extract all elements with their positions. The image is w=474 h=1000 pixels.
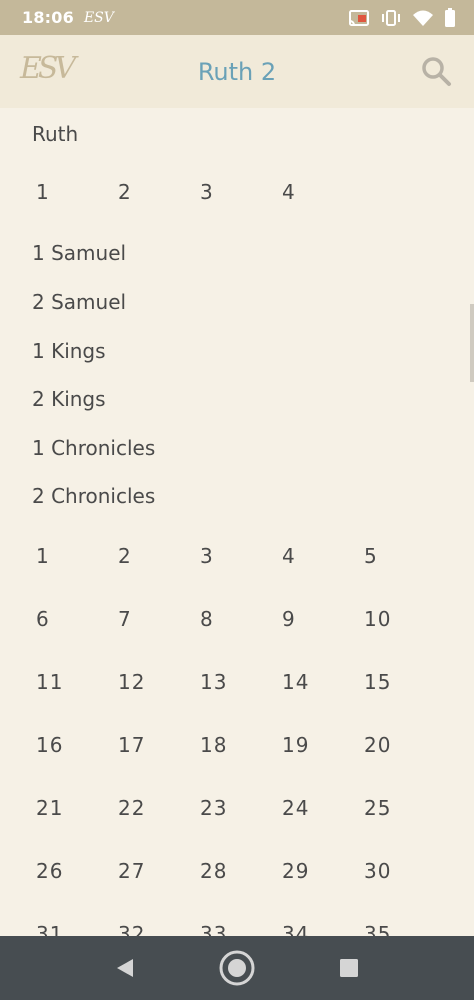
book-2-kings[interactable]: 2 Kings (32, 387, 106, 411)
chapter-number[interactable]: 35 (364, 922, 391, 936)
status-app-logo: ESV (83, 9, 114, 26)
chapter-row: 21 22 23 24 25 (0, 796, 474, 826)
chapter-number[interactable]: 2 (118, 544, 132, 568)
chapter-number[interactable]: 12 (118, 670, 145, 694)
page-title[interactable]: Ruth 2 (198, 58, 276, 86)
chapter-number[interactable]: 4 (282, 180, 296, 204)
chapter-number[interactable]: 22 (118, 796, 145, 820)
book-chapter-list[interactable]: Ruth 1 2 3 4 1 Samuel 2 Samuel 1 Kings 2… (0, 108, 474, 936)
recents-icon[interactable] (339, 958, 359, 978)
book-ruth[interactable]: Ruth (32, 122, 78, 146)
status-bar: 18:06 ESV (0, 0, 474, 35)
chapter-number[interactable]: 15 (364, 670, 391, 694)
book-2-chronicles[interactable]: 2 Chronicles (32, 484, 155, 508)
chapter-number[interactable]: 14 (282, 670, 309, 694)
chapter-row: 11 12 13 14 15 (0, 670, 474, 700)
chapter-number[interactable]: 16 (36, 733, 63, 757)
chapter-number[interactable]: 1 (36, 544, 50, 568)
back-icon[interactable] (114, 957, 136, 979)
chapter-number[interactable]: 13 (200, 670, 227, 694)
chapter-row: 6 7 8 9 10 (0, 607, 474, 637)
chapter-row: 26 27 28 29 30 (0, 859, 474, 889)
chapter-number[interactable]: 2 (118, 180, 132, 204)
book-1-chronicles[interactable]: 1 Chronicles (32, 436, 155, 460)
chapter-number[interactable]: 8 (200, 607, 214, 631)
chapter-number[interactable]: 31 (36, 922, 63, 936)
chapter-row: 1 2 3 4 (0, 180, 474, 210)
chapter-number[interactable]: 6 (36, 607, 50, 631)
book-1-samuel[interactable]: 1 Samuel (32, 241, 126, 265)
chapter-number[interactable]: 32 (118, 922, 145, 936)
wifi-icon (413, 10, 433, 26)
chapter-number[interactable]: 7 (118, 607, 132, 631)
chapter-number[interactable]: 33 (200, 922, 227, 936)
chapter-number[interactable]: 28 (200, 859, 227, 883)
chapter-number[interactable]: 29 (282, 859, 309, 883)
chapter-number[interactable]: 11 (36, 670, 63, 694)
book-2-samuel[interactable]: 2 Samuel (32, 290, 126, 314)
status-time: 18:06 (22, 8, 74, 27)
chapter-row: 31 32 33 34 35 (0, 922, 474, 936)
esv-logo[interactable]: ESV (20, 51, 76, 86)
chapter-number[interactable]: 18 (200, 733, 227, 757)
chapter-number[interactable]: 34 (282, 922, 309, 936)
chapter-row: 1 2 3 4 5 (0, 544, 474, 574)
chapter-number[interactable]: 3 (200, 180, 214, 204)
chapter-number[interactable]: 25 (364, 796, 391, 820)
book-1-kings[interactable]: 1 Kings (32, 339, 106, 363)
battery-icon (445, 7, 455, 27)
chapter-number[interactable]: 23 (200, 796, 227, 820)
chapter-number[interactable]: 5 (364, 544, 378, 568)
home-icon[interactable] (219, 950, 255, 986)
chapter-number[interactable]: 27 (118, 859, 145, 883)
chapter-number[interactable]: 20 (364, 733, 391, 757)
system-nav-bar (0, 936, 474, 1000)
chapter-number[interactable]: 24 (282, 796, 309, 820)
cast-icon (349, 9, 369, 26)
chapter-row: 16 17 18 19 20 (0, 733, 474, 763)
vibrate-icon (382, 9, 400, 26)
chapter-number[interactable]: 3 (200, 544, 214, 568)
chapter-number[interactable]: 19 (282, 733, 309, 757)
chapter-number[interactable]: 4 (282, 544, 296, 568)
chapter-number[interactable]: 21 (36, 796, 63, 820)
search-icon[interactable] (420, 55, 452, 87)
chapter-number[interactable]: 10 (364, 607, 391, 631)
chapter-number[interactable]: 26 (36, 859, 63, 883)
scrollbar[interactable] (470, 304, 474, 382)
app-bar: ESV Ruth 2 (0, 35, 474, 108)
status-icons (348, 7, 456, 28)
chapter-number[interactable]: 30 (364, 859, 391, 883)
chapter-number[interactable]: 9 (282, 607, 296, 631)
chapter-number[interactable]: 17 (118, 733, 145, 757)
chapter-number[interactable]: 1 (36, 180, 50, 204)
